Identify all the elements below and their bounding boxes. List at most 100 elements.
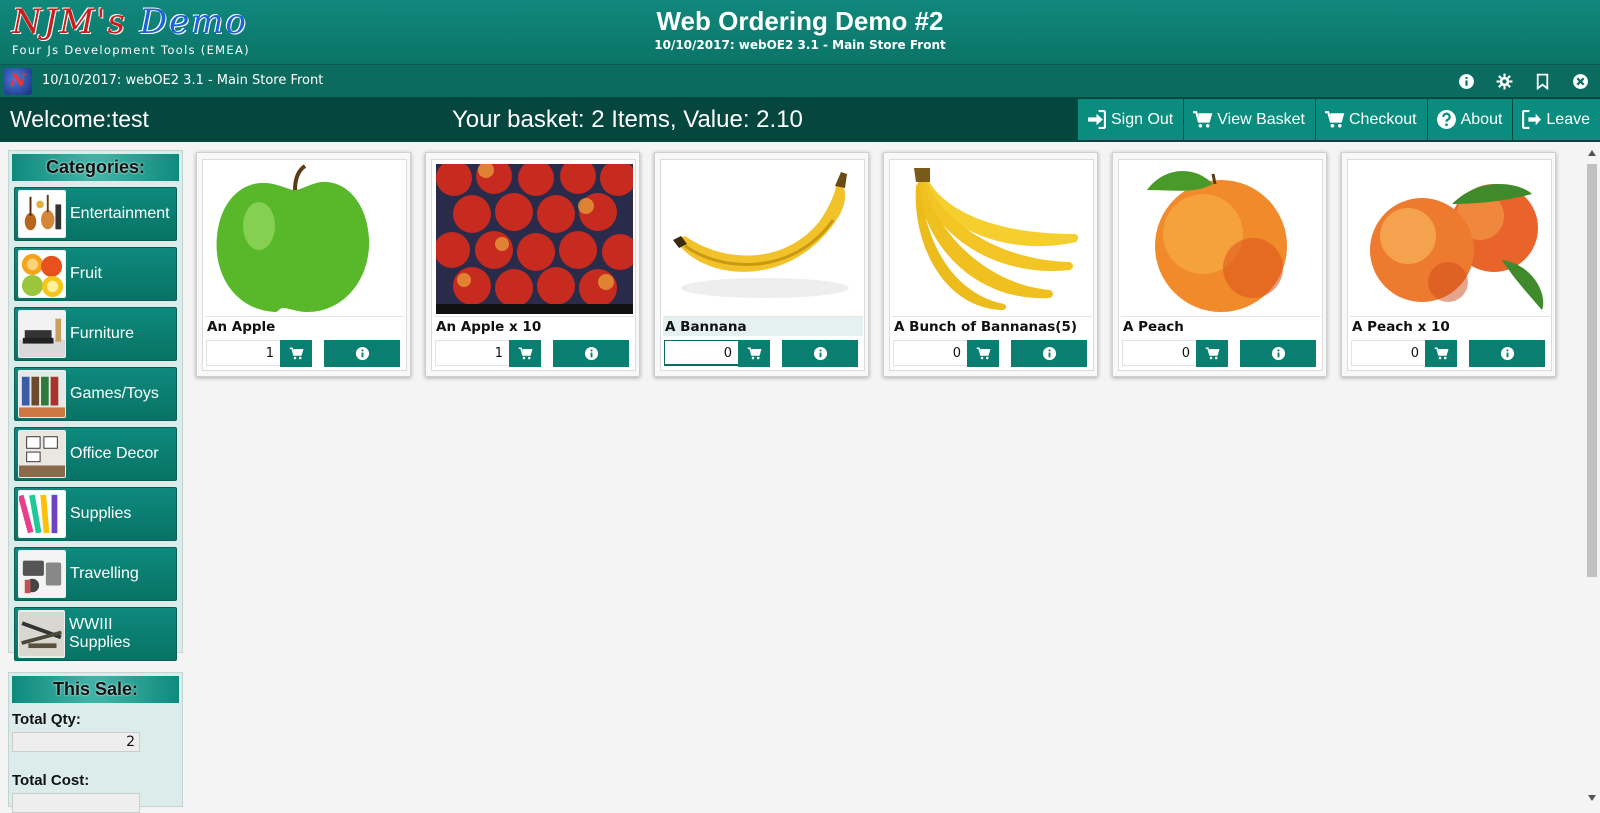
product-name: An Apple [205,316,405,336]
product-card: A Peach x 10 0 [1341,152,1556,377]
add-to-cart-button[interactable] [1196,340,1228,367]
travelling-thumbnail [18,550,66,598]
total-qty-value: 2 [12,732,140,752]
total-qty-label: Total Qty: [12,711,81,728]
bookmark-icon[interactable] [1532,71,1552,91]
add-to-cart-button[interactable] [1425,340,1457,367]
cart-icon [1205,347,1219,360]
window-actions [1456,71,1590,91]
question-icon [1436,110,1456,129]
category-label: Office Decor [70,445,159,462]
sign-out-icon [1522,110,1542,129]
info-icon [813,346,827,361]
category-office-decor[interactable]: Office Decor [14,427,177,481]
category-travelling[interactable]: Travelling [14,547,177,601]
category-games-toys[interactable]: Games/Toys [14,367,177,421]
info-icon [584,346,598,361]
product-card: A Bunch of Bannanas(5) 0 [883,152,1098,377]
product-card: A Bannana 0 [654,152,869,377]
window-title: 10/10/2017: webOE2 3.1 - Main Store Fron… [42,73,324,88]
category-label: Fruit [70,265,102,282]
category-list: Entertainment Fruit Furniture Games/Toys… [9,183,182,661]
product-card: An Apple 1 [196,152,411,377]
app-subtitle: 10/10/2017: webOE2 3.1 - Main Store Fron… [654,38,946,52]
gear-icon[interactable] [1494,71,1514,91]
main-scrollbar[interactable] [1584,150,1600,803]
total-cost-label: Total Cost: [12,772,90,789]
product-name: An Apple x 10 [434,316,634,336]
peaches-image [1352,164,1549,314]
category-supplies[interactable]: Supplies [14,487,177,541]
product-info-button[interactable] [782,340,858,367]
product-info-button[interactable] [553,340,629,367]
product-card: An Apple x 10 1 [425,152,640,377]
logo-main-text: NJM's [12,2,127,42]
toolbar-buttons: Sign Out View Basket Checkout About Leav… [1076,97,1600,142]
banana-bunch-image [894,164,1091,314]
quantity-input[interactable]: 0 [1351,340,1426,366]
scroll-thumb[interactable] [1587,164,1597,577]
basket-summary: Your basket: 2 Items, Value: 2.10 [452,106,803,133]
quantity-input[interactable]: 0 [1122,340,1197,366]
info-icon [1042,346,1056,361]
green-apple-image [207,164,404,314]
red-apples-crate-image [436,164,633,314]
peach-image [1123,164,1320,314]
logo-accent-text: Demo [139,2,248,42]
close-icon[interactable] [1570,71,1590,91]
cart-icon [1193,111,1213,128]
games-toys-thumbnail [18,370,66,418]
product-info-button[interactable] [1240,340,1316,367]
product-name: A Peach x 10 [1350,316,1550,336]
app-icon: N [4,68,32,95]
quantity-input[interactable]: 1 [206,340,281,366]
category-label: WWIII Supplies [69,616,131,651]
info-icon [355,346,369,361]
cart-icon [289,347,303,360]
this-sale-title: This Sale: [12,676,179,703]
scroll-down-arrow[interactable] [1588,795,1596,801]
wwiii-supplies-thumbnail [18,610,65,658]
add-to-cart-button[interactable] [509,340,541,367]
about-label: About [1460,110,1503,128]
category-fruit[interactable]: Fruit [14,247,177,301]
fruit-thumbnail [18,250,66,298]
sign-out-button[interactable]: Sign Out [1076,99,1184,140]
product-info-button[interactable] [1469,340,1545,367]
category-label: Supplies [70,505,132,522]
product-info-button[interactable] [1011,340,1087,367]
quantity-input[interactable]: 1 [435,340,510,366]
scroll-up-arrow[interactable] [1588,150,1596,156]
product-grid: An Apple 1 An Apple x 10 1 A Bannana 0 A… [196,152,1556,377]
category-furniture[interactable]: Furniture [14,307,177,361]
sign-in-icon [1088,110,1106,129]
quantity-input[interactable]: 0 [664,340,739,366]
category-wwiii-supplies[interactable]: WWIII Supplies [14,607,177,661]
checkout-button[interactable]: Checkout [1315,99,1427,140]
logo-subtitle: Four Js Development Tools (EMEA) [12,43,250,57]
view-basket-button[interactable]: View Basket [1183,99,1315,140]
app-logo: NJM's Demo Four Js Development Tools (EM… [6,2,276,62]
quantity-input[interactable]: 0 [893,340,968,366]
cart-icon [518,347,532,360]
category-label: Travelling [70,565,139,582]
main-toolbar: Welcome:test Your basket: 2 Items, Value… [0,97,1600,142]
total-cost-value [12,793,140,813]
leave-button[interactable]: Leave [1512,99,1600,140]
furniture-thumbnail [18,310,66,358]
product-info-button[interactable] [324,340,400,367]
category-label: Games/Toys [70,385,159,402]
info-icon[interactable] [1456,71,1476,91]
add-to-cart-button[interactable] [280,340,312,367]
add-to-cart-button[interactable] [738,340,770,367]
category-label: Furniture [70,325,135,342]
cart-icon [1325,111,1345,128]
category-entertainment[interactable]: Entertainment [14,187,177,241]
add-to-cart-button[interactable] [967,340,999,367]
product-card: A Peach 0 [1112,152,1327,377]
about-button[interactable]: About [1426,99,1513,140]
supplies-thumbnail [18,490,66,538]
product-name: A Bunch of Bannanas(5) [892,316,1092,336]
cart-icon [1434,347,1448,360]
view-basket-label: View Basket [1217,110,1305,128]
